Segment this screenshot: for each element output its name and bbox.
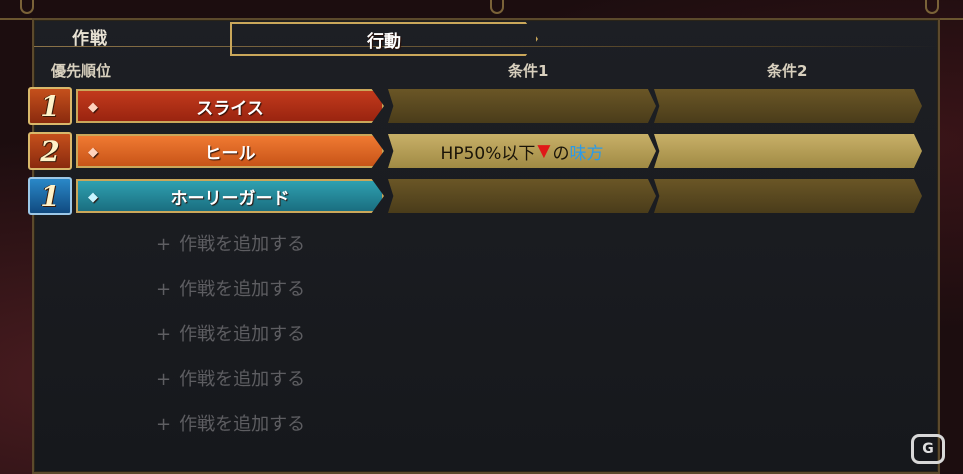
add-strategy-label: 作戦を追加する [179,324,306,345]
frame-ornament [925,0,939,14]
add-strategy-label: 作戦を追加する [179,234,306,255]
plus-icon: + [156,369,172,390]
add-strategy-label: 作戦を追加する [179,279,306,300]
gem-icon: ◆ [88,100,98,115]
action-label: ホーリーガード [170,188,290,209]
plus-icon: + [156,414,172,435]
plus-icon: + [156,324,172,345]
add-strategy-label: 作戦を追加する [179,369,306,390]
action-label: スライス [196,98,264,119]
add-strategy-label: 作戦を追加する [179,414,306,435]
gem-icon: ◆ [88,190,98,205]
strategy-row: 1 ◆ ホーリーガード [28,177,942,215]
condition-hp-text: HP50%以下 [440,143,536,164]
condition2-slot[interactable] [654,179,922,213]
watermark-logo: G [911,434,945,464]
condition-target: 味方 [569,143,604,164]
add-strategy-button[interactable]: + 作戦を追加する [156,275,305,301]
header-priority: 優先順位 [51,62,112,80]
top-frame [0,0,963,20]
header-action: 行動 [230,22,538,56]
condition-particle: の [552,143,570,164]
header-condition2: 条件2 [767,62,808,80]
priority-badge[interactable]: 1 [28,177,72,215]
add-strategy-button[interactable]: + 作戦を追加する [156,230,305,256]
action-slot[interactable]: ◆ スライス [76,89,384,123]
add-strategy-button[interactable]: + 作戦を追加する [156,410,305,436]
action-slot[interactable]: ◆ ヒール [76,134,384,168]
priority-badge[interactable]: 2 [28,132,72,170]
down-arrow-icon: ▼ [537,141,551,161]
action-label: ヒール [204,143,256,164]
gem-icon: ◆ [88,145,98,160]
add-strategy-button[interactable]: + 作戦を追加する [156,365,305,391]
frame-ornament [20,0,34,14]
header-condition1: 条件1 [508,62,549,80]
condition1-slot[interactable] [388,179,656,213]
condition1-slot[interactable] [388,89,656,123]
strategy-row: 2 ◆ ヒール HP50%以下 ▼ の 味方 [28,132,942,170]
strategy-row: 1 ◆ スライス [28,87,942,125]
add-strategy-button[interactable]: + 作戦を追加する [156,320,305,346]
condition1-slot[interactable]: HP50%以下 ▼ の 味方 [388,134,656,168]
condition2-slot[interactable] [654,89,922,123]
strategy-panel: 作戦 優先順位 行動 条件1 条件2 1 ◆ スライス 2 ◆ ヒール HP50… [28,18,942,474]
frame-ornament [490,0,504,14]
action-slot[interactable]: ◆ ホーリーガード [76,179,384,213]
plus-icon: + [156,234,172,255]
plus-icon: + [156,279,172,300]
priority-badge[interactable]: 1 [28,87,72,125]
condition2-slot[interactable] [654,134,922,168]
